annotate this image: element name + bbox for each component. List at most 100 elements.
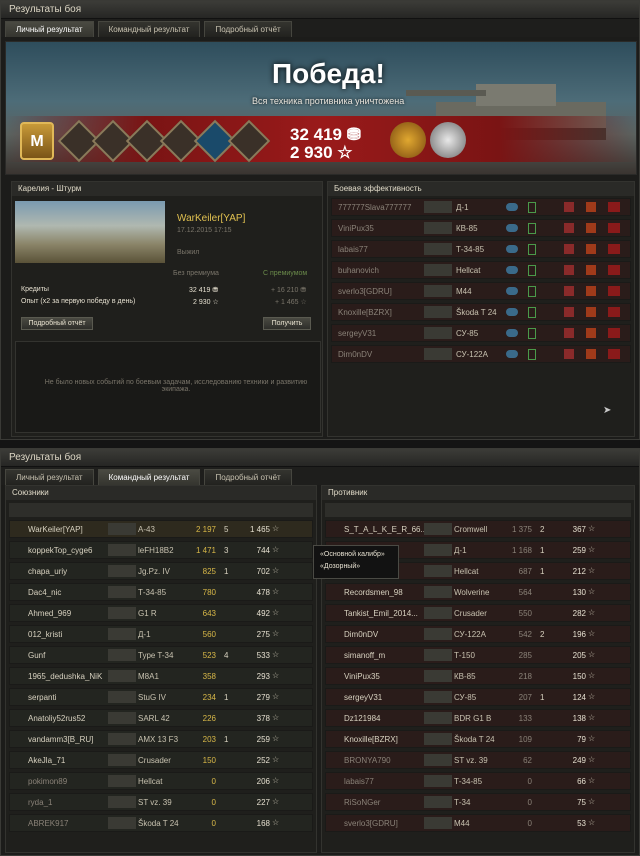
team-row[interactable]: ABREK917 Škoda T 24 0 168 ☆: [9, 814, 313, 832]
player-name: AkeJla_71: [28, 756, 66, 765]
efficiency-row[interactable]: 777777Slava777777 Д-1: [331, 198, 631, 216]
rank-badge-icon[interactable]: M: [20, 122, 54, 160]
tank-name: Д-1: [138, 630, 151, 639]
map-preview-image: [15, 201, 165, 263]
window-title: Результаты боя: [1, 449, 639, 467]
team-row[interactable]: Ahmed_969 G1 R 643 492 ☆: [9, 604, 313, 622]
player-name: WarKeiler[YAP]: [28, 525, 83, 534]
efficiency-tank: M44: [456, 287, 472, 296]
team-row[interactable]: 1965_dedushka_NiK M8A1 358 293 ☆: [9, 667, 313, 685]
efficiency-row[interactable]: labais77 Т-34-85: [331, 240, 631, 258]
tank-icon: [108, 607, 136, 619]
star-icon: ☆: [588, 587, 596, 596]
xp-value: 227: [256, 798, 270, 807]
team-row[interactable]: Tankist_Emil_2014... Crusader 550 282 ☆: [325, 604, 631, 622]
team-row[interactable]: 012_kristi Д-1 560 275 ☆: [9, 625, 313, 643]
tab-team-result[interactable]: Командный результат: [97, 21, 201, 37]
team-row[interactable]: ryda_1 ST vz. 39 0 227 ☆: [9, 793, 313, 811]
player-name: WarKeiler[YAP]: [177, 213, 246, 224]
spotted-icon: [506, 329, 518, 337]
tank-name: Т-34: [454, 798, 471, 807]
xp-value: 138: [572, 714, 586, 723]
xp-value: 168: [256, 819, 270, 828]
detailed-report-button[interactable]: Подробный отчёт: [21, 317, 93, 330]
tank-icon: [424, 544, 452, 556]
tab-personal-result[interactable]: Личный результат: [5, 469, 94, 485]
efficiency-row[interactable]: Knoxille[BZRX] Škoda T 24: [331, 303, 631, 321]
tank-icon: [424, 817, 452, 829]
damage-icon: [586, 307, 596, 317]
xp-value: 275: [256, 630, 270, 639]
team-row[interactable]: Dac4_nic Т-34-85 780 478 ☆: [9, 583, 313, 601]
achievement-emblem-icon[interactable]: [390, 122, 426, 158]
efficiency-row[interactable]: buhanovich Hellcat: [331, 261, 631, 279]
player-name: 1965_dedushka_NiK: [28, 672, 103, 681]
kill-icon: [608, 328, 620, 338]
team-row[interactable]: ViniPux35 КВ-85 218 150 ☆: [325, 667, 631, 685]
team-row[interactable]: Knoxille[BZRX] Škoda T 24 109 79 ☆: [325, 730, 631, 748]
team-row[interactable]: Gunf Type T-34 523 4 533 ☆: [9, 646, 313, 664]
team-row[interactable]: koppekTop_cyge6 leFH18B2 1 471 3 744 ☆: [9, 541, 313, 559]
player-name: RiSoNGer: [344, 798, 381, 807]
player-name: Recordsmen_98: [344, 588, 403, 597]
team-row[interactable]: Anatoliy52rus52 SARL 42 226 378 ☆: [9, 709, 313, 727]
experience-premium: + 1 465 ☆: [275, 299, 307, 306]
tank-icon: [424, 306, 452, 318]
team-row[interactable]: S_T_A_L_K_E_R_66... Cromwell 1 375 2 367…: [325, 520, 631, 538]
team-row[interactable]: RiSoNGer Т-34 0 75 ☆: [325, 793, 631, 811]
team-row[interactable]: Dim0nDV СУ-122А 542 2 196 ☆: [325, 625, 631, 643]
efficiency-row[interactable]: ViniPux35 КВ-85: [331, 219, 631, 237]
star-icon: ☆: [588, 629, 596, 638]
tab-team-result[interactable]: Командный результат: [97, 469, 201, 485]
team-row[interactable]: BRONYA790 ST vz. 39 62 249 ☆: [325, 751, 631, 769]
efficiency-tank: СУ-85: [456, 329, 479, 338]
get-premium-button[interactable]: Получить: [263, 317, 311, 330]
team-row[interactable]: Recordsmen_98 Wolverine 564 130 ☆: [325, 583, 631, 601]
team-row[interactable]: WarKeiler[YAP] А-43 2 197 5 1 465 ☆: [9, 520, 313, 538]
team-row[interactable]: sergeyV31 СУ-85 207 1 124 ☆: [325, 688, 631, 706]
assist-icon: [528, 307, 536, 318]
kill-icon: [608, 265, 620, 275]
tank-icon: [424, 586, 452, 598]
player-name: serpanti: [28, 693, 57, 702]
experience-label: Опыт (x2 за первую победу в день): [21, 298, 136, 305]
tank-name: СУ-122А: [454, 630, 486, 639]
enemies-column-header[interactable]: [325, 503, 631, 517]
team-row[interactable]: vandamm3[B_RU] AMX 13 F3 203 1 259 ☆: [9, 730, 313, 748]
xp-value: 150: [572, 672, 586, 681]
team-row[interactable]: AkeJla_71 Crusader 150 252 ☆: [9, 751, 313, 769]
team-row[interactable]: sverlo3[GDRU] M44 0 53 ☆: [325, 814, 631, 832]
xp-value: 212: [572, 567, 586, 576]
achievement-emblem-icon[interactable]: [430, 122, 466, 158]
team-row[interactable]: serpanti StuG IV 234 1 279 ☆: [9, 688, 313, 706]
player-name: labais77: [344, 777, 374, 786]
tab-detailed-report[interactable]: Подробный отчёт: [204, 469, 292, 485]
tank-icon: [424, 201, 452, 213]
tank-icon: [424, 565, 452, 577]
damage-value: 0: [211, 798, 216, 807]
team-row[interactable]: pokimon89 Hellcat 0 206 ☆: [9, 772, 313, 790]
tank-name: Jg.Pz. IV: [138, 567, 171, 576]
damage-value: 62: [523, 756, 532, 765]
tab-personal-result[interactable]: Личный результат: [5, 21, 94, 37]
tab-detailed-report[interactable]: Подробный отчёт: [204, 21, 292, 37]
team-row[interactable]: labais77 Т-34-85 0 66 ☆: [325, 772, 631, 790]
spotted-icon: [506, 203, 518, 211]
team-row[interactable]: simanoff_m Т-150 285 205 ☆: [325, 646, 631, 664]
team-row[interactable]: chapa_uriy Jg.Pz. IV 825 1 702 ☆: [9, 562, 313, 580]
tank-name: Type T-34: [138, 651, 174, 660]
kill-icon: [608, 286, 620, 296]
efficiency-tank: СУ-122А: [456, 350, 488, 359]
damage-value: 0: [527, 777, 532, 786]
efficiency-row[interactable]: Dim0nDV СУ-122А: [331, 345, 631, 363]
efficiency-row[interactable]: sverlo3[GDRU] M44: [331, 282, 631, 300]
damage-value: 203: [202, 735, 216, 744]
efficiency-row[interactable]: sergeyV31 СУ-85: [331, 324, 631, 342]
tank-icon: [108, 586, 136, 598]
allies-column-header[interactable]: [9, 503, 313, 517]
kills-value: 3: [224, 546, 229, 555]
damage-value: 109: [518, 735, 532, 744]
team-row[interactable]: Dz121984 BDR G1 B 133 138 ☆: [325, 709, 631, 727]
tank-icon: [108, 628, 136, 640]
star-icon: ☆: [588, 692, 596, 701]
